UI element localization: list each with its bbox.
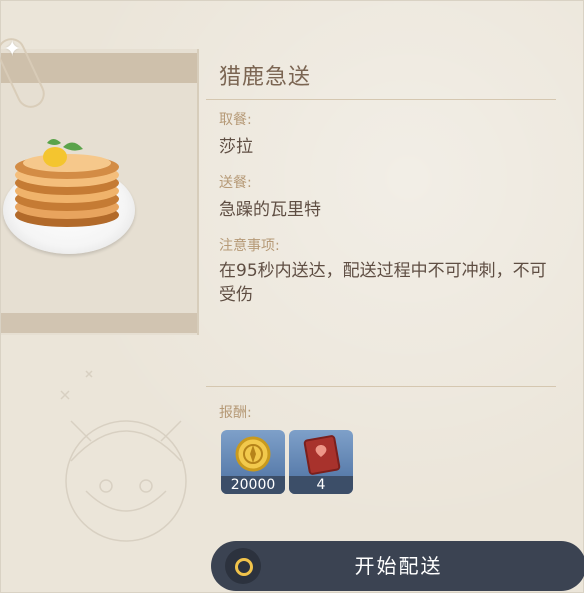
rewards-label: 报酬: xyxy=(219,405,252,421)
reward-item-mora[interactable]: 20000 xyxy=(221,430,285,494)
reward-item-book[interactable]: 4 xyxy=(289,430,353,494)
pickup-value: 莎拉 xyxy=(219,137,253,157)
notes-label: 注意事项: xyxy=(219,238,280,254)
red-book-icon xyxy=(303,435,341,475)
sketch-character-illustration xyxy=(60,370,187,542)
notes-text: 在95秒内送达，配送过程中不可冲刺，不可受伤 xyxy=(219,261,547,305)
pickup-label: 取餐: xyxy=(219,112,252,128)
pancake-image xyxy=(15,139,119,227)
card-tape-bottom xyxy=(1,313,197,333)
start-delivery-button[interactable]: 开始配送 xyxy=(211,541,584,591)
reward-count: 4 xyxy=(289,476,353,494)
delivery-panel: ✦ 猎鹿急送 取餐: 莎拉 送餐: 急躁的瓦里特 注意事项: 在95秒内送达，配… xyxy=(0,0,584,593)
title-divider xyxy=(206,99,556,100)
delivery-label: 送餐: xyxy=(219,175,252,191)
reward-count: 20000 xyxy=(221,476,285,494)
mora-coin-icon xyxy=(235,436,271,472)
task-title: 猎鹿急送 xyxy=(219,65,312,90)
reward-divider xyxy=(206,386,556,387)
star-icon: ✦ xyxy=(3,37,22,62)
start-delivery-label: 开始配送 xyxy=(354,554,443,578)
delivery-value: 急躁的瓦里特 xyxy=(219,200,321,220)
